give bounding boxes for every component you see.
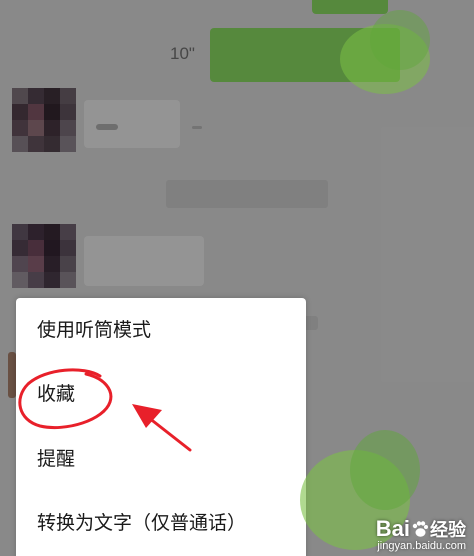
watermark: Bai 经验 jingyan.baidu.com: [376, 516, 466, 552]
menu-item-convert-to-text[interactable]: 转换为文字（仅普通话）: [37, 511, 246, 535]
screen: 10" 使用听筒模式 收藏 提醒 转换为文字（仅普通话） Bai 经验 jing…: [0, 0, 474, 556]
message-context-menu: 使用听筒模式 收藏 提醒 转换为文字（仅普通话）: [16, 298, 306, 556]
watermark-logo: Bai 经验: [375, 516, 466, 541]
green-scribble: [350, 430, 420, 510]
watermark-url: jingyan.baidu.com: [377, 540, 466, 552]
menu-item-remind[interactable]: 提醒: [37, 447, 75, 471]
menu-item-earpiece-mode[interactable]: 使用听筒模式: [37, 318, 151, 342]
menu-item-favorite[interactable]: 收藏: [37, 382, 75, 406]
paw-icon: [412, 521, 428, 537]
green-scribble: [370, 10, 430, 70]
